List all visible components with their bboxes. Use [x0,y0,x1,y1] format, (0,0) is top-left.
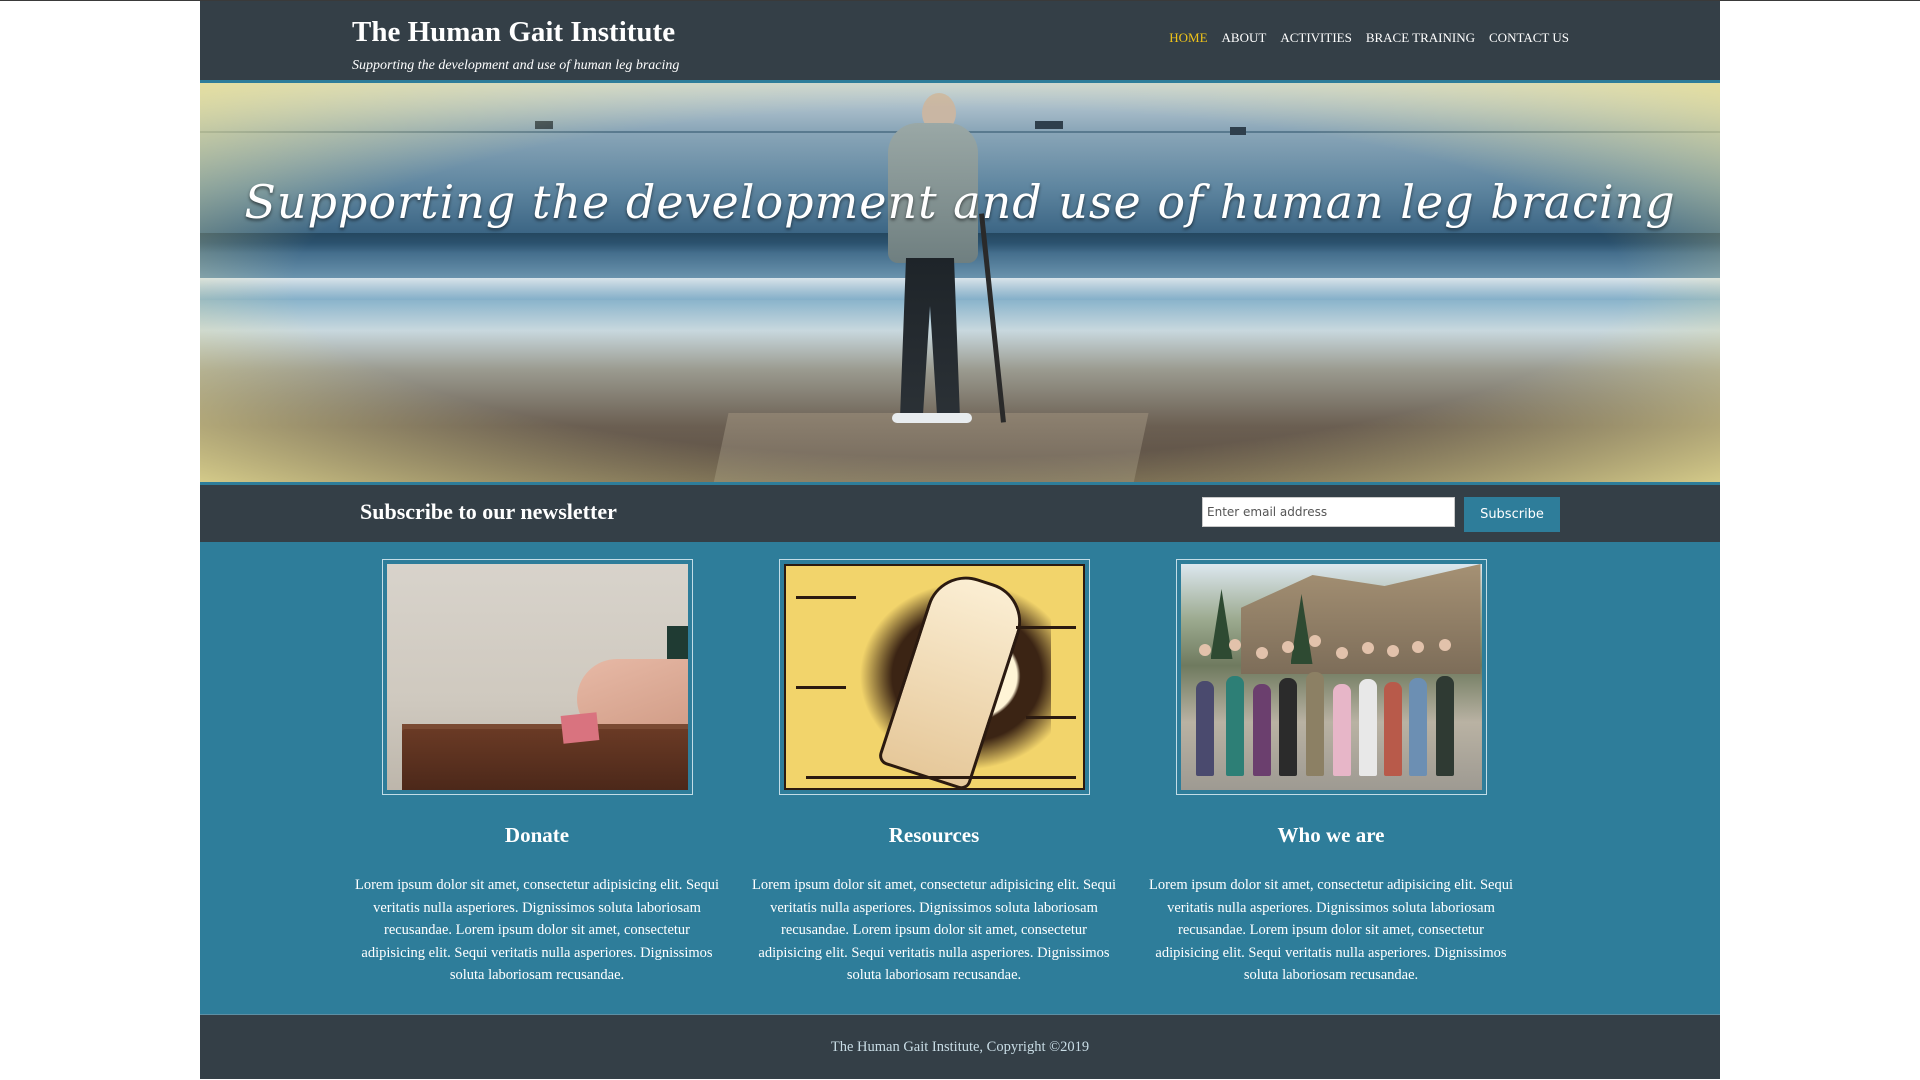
person-head [1386,645,1399,657]
person-head [1281,641,1294,653]
card-resources: Resources Lorem ipsum dolor sit amet, co… [748,559,1120,987]
card-text: Lorem ipsum dolor sit amet, consectetur … [1148,877,1514,983]
person-shape [1383,682,1402,776]
card-title[interactable]: Who we are [1145,823,1517,848]
person-head [1335,647,1348,659]
person-legs [900,258,960,418]
person-head [1198,644,1211,656]
card-title[interactable]: Resources [748,823,1120,848]
subscribe-button[interactable]: Subscribe [1464,497,1560,532]
woodcut-image [783,564,1085,790]
hero-script-text: Supporting the development and use of hu… [244,175,1676,229]
person-shape [1358,679,1377,776]
nav-contact-us[interactable]: CONTACT US [1489,30,1569,46]
woodcut-stroke [805,776,1076,779]
person-shape [1435,676,1454,776]
card-image-frame[interactable] [778,559,1090,795]
card-title[interactable]: Donate [351,823,723,848]
page-container: The Human Gait Institute Supporting the … [200,1,1720,1079]
person-head [1255,647,1268,659]
person-head [1308,635,1321,647]
person-shape [1305,672,1324,776]
nav-activities[interactable]: ACTIVITIES [1280,30,1352,46]
person-head [1438,639,1451,651]
person-shape [1408,678,1427,776]
main-nav: HOME ABOUT ACTIVITIES BRACE TRAINING CON… [1169,30,1569,46]
nav-brace-training[interactable]: BRACE TRAINING [1366,30,1475,46]
person-shoes [892,413,972,423]
ship-icon [535,121,553,129]
card-image-frame[interactable] [1175,559,1487,795]
person-head [1411,641,1424,653]
footer-copyright: The Human Gait Institute, Copyright ©201… [830,1039,1090,1055]
site-header: The Human Gait Institute Supporting the … [200,1,1720,80]
email-input[interactable] [1202,497,1455,527]
card-text: Lorem ipsum dolor sit amet, consectetur … [354,877,720,983]
site-title[interactable]: The Human Gait Institute [352,16,675,49]
card-text: Lorem ipsum dolor sit amet, consectetur … [751,877,1117,983]
person-head [1228,639,1241,651]
card-who-we-are: Who we are Lorem ipsum dolor sit amet, c… [1145,559,1517,987]
mountain-shape [1240,564,1481,674]
card-donate: Donate Lorem ipsum dolor sit amet, conse… [351,559,723,987]
nav-home[interactable]: HOME [1169,30,1207,46]
person-shape [1278,678,1297,776]
hero-banner: Supporting the development and use of hu… [200,83,1720,482]
woodcut-stroke [1025,716,1076,719]
person-shape [1195,681,1214,776]
person-shape [1225,676,1244,776]
newsletter-heading: Subscribe to our newsletter [360,499,617,524]
site-footer: The Human Gait Institute, Copyright ©201… [200,1014,1720,1079]
person-shape [1252,684,1271,776]
group-photo [1180,564,1482,790]
donation-box-image [386,564,688,790]
woodcut-stroke [795,596,856,599]
newsletter-bar: Subscribe to our newsletter Subscribe [200,482,1720,546]
site-tagline: Supporting the development and use of hu… [352,58,680,73]
boardwalk [711,413,1149,482]
person-shape [1332,684,1351,776]
ship-icon [1230,127,1246,135]
woodcut-stroke [795,686,846,689]
banknote [560,712,599,744]
woodcut-stroke [1015,626,1076,629]
features-section: Donate Lorem ipsum dolor sit amet, conse… [200,542,1720,1014]
card-image-frame[interactable] [381,559,693,795]
ship-icon [1035,121,1063,129]
wave-surf [200,278,1720,300]
person-head [1361,642,1374,654]
donation-box [401,729,688,790]
nav-about[interactable]: ABOUT [1222,30,1267,46]
